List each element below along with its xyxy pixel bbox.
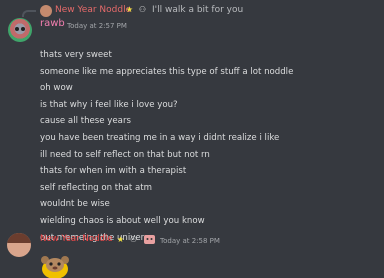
message-line: thats very sweet — [40, 50, 112, 60]
message-line: thats for when im with a therapist — [40, 166, 187, 177]
star-badge-icon: ★ — [125, 5, 134, 14]
reply-avatar[interactable] — [40, 5, 52, 17]
message-line: oh wow — [40, 83, 73, 94]
message-line: someone like me appreciates this type of… — [40, 66, 294, 77]
message-content: thats very sweet someone like me appreci… — [40, 47, 380, 246]
message-line: is that why i feel like i love you? — [40, 99, 178, 110]
star-badge-icon: ★ — [116, 235, 125, 244]
reply-author[interactable]: New Year Noddle — [55, 5, 131, 15]
hands-badge-icon: ⚇ — [129, 235, 138, 244]
avatar-eye — [21, 27, 25, 31]
avatar-hair — [7, 233, 31, 243]
avatar-eye — [15, 27, 19, 31]
avatar[interactable] — [7, 233, 31, 257]
cat-badge-icon — [144, 235, 155, 244]
message-line: wielding chaos is about well you know — [40, 215, 205, 226]
message-line: ill need to self reflect on that but not… — [40, 149, 210, 160]
reply-preview[interactable]: New Year Noddle ★ ⚇ I'll walk a bit for … — [0, 2, 384, 18]
message-author[interactable]: rawb — [40, 18, 65, 29]
message-line: you have been treating me in a way i did… — [40, 132, 280, 143]
hands-badge-icon: ⚇ — [138, 5, 147, 14]
message-line: wouldnt be wise — [40, 199, 110, 210]
bear-sticker[interactable] — [38, 255, 72, 278]
message-author[interactable]: New Year Noddle — [40, 234, 113, 244]
reply-spine — [22, 10, 36, 17]
message-timestamp: Today at 2:57 PM — [67, 22, 127, 30]
message-timestamp: Today at 2:58 PM — [160, 237, 220, 245]
message-line: self reflecting on that atm — [40, 182, 152, 193]
avatar[interactable] — [8, 18, 32, 42]
reply-text[interactable]: I'll walk a bit for you — [152, 5, 243, 15]
message-line: cause all these years — [40, 116, 131, 127]
